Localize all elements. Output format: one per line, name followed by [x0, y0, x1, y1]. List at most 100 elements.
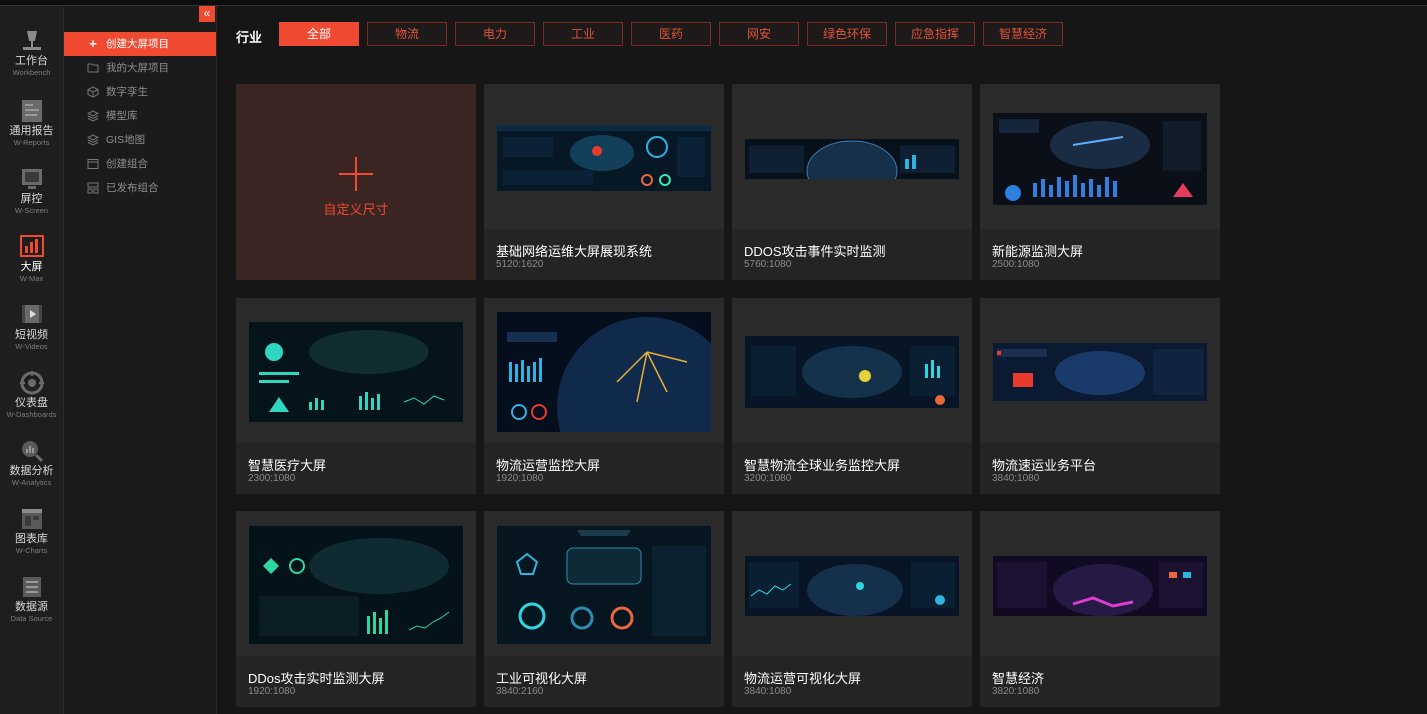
- template-title: 智慧物流全球业务监控大屏: [744, 458, 901, 473]
- nav-sublabel: Workbench: [12, 68, 51, 77]
- analytics-icon: [21, 441, 43, 463]
- charts-icon: [21, 509, 42, 529]
- thumbnail-area: [980, 84, 1220, 229]
- nav-charts[interactable]: 图表库 W-Charts: [0, 506, 63, 570]
- submenu-item-gis-map[interactable]: GIS地图: [64, 128, 216, 152]
- layers-icon: [87, 134, 99, 146]
- filter-smart-economy[interactable]: 智慧经济: [983, 22, 1063, 46]
- nav-label: 工作台: [15, 55, 48, 67]
- template-card[interactable]: 工业可视化大屏 3840:2160: [484, 511, 724, 707]
- filter-power[interactable]: 电力: [455, 22, 535, 46]
- nav-label: 数据分析: [9, 465, 54, 477]
- thumbnail-area: [484, 298, 724, 443]
- template-card[interactable]: DDos攻击实时监测大屏 1920:1080: [236, 511, 476, 707]
- dashboard-icon: [19, 371, 44, 395]
- custom-size-card[interactable]: 自定义尺寸: [236, 84, 476, 280]
- nav-label: 屏控: [20, 193, 43, 205]
- nav-sublabel: W-Videos: [15, 342, 48, 351]
- thumbnail-area: [732, 84, 972, 229]
- template-card[interactable]: 物流运营可视化大屏 3840:1080: [732, 511, 972, 707]
- template-thumbnail: [249, 322, 463, 422]
- template-card[interactable]: 物流运营监控大屏 1920:1080: [484, 298, 724, 494]
- submenu-item-create-combo[interactable]: 创建组合: [64, 152, 216, 176]
- submenu-item-label: 我的大屏项目: [106, 62, 169, 74]
- template-thumbnail: [497, 526, 711, 644]
- industry-filter-label: 行业: [236, 30, 263, 45]
- template-thumbnail: [497, 312, 711, 432]
- template-card[interactable]: 智慧物流全球业务监控大屏 3200:1080: [732, 298, 972, 494]
- nav-sublabel: W-Charts: [15, 546, 48, 555]
- nav-reports[interactable]: 通用报告 W-Reports: [0, 98, 63, 162]
- plus-icon: [339, 157, 373, 191]
- template-title: 物流运营可视化大屏: [744, 671, 862, 686]
- template-ratio: 3820:1080: [992, 686, 1040, 697]
- template-card[interactable]: 物流速运业务平台 3840:1080: [980, 298, 1220, 494]
- filter-logistics[interactable]: 物流: [367, 22, 447, 46]
- submenu-item-label: 创建大屏项目: [106, 38, 169, 50]
- submenu-panel: + 创建大屏项目 我的大屏项目 数字孪生 模型库 GIS地图 创建组合 已发布组…: [64, 6, 217, 714]
- nav-videos[interactable]: 短视频 W-Videos: [0, 302, 63, 366]
- submenu-item-published-combo[interactable]: 已发布组合: [64, 176, 216, 200]
- submenu-item-model-library[interactable]: 模型库: [64, 104, 216, 128]
- collapse-sidebar-button[interactable]: «: [199, 6, 215, 22]
- nav-datasource[interactable]: 数据源 Data Source: [0, 574, 63, 638]
- filter-cybersecurity[interactable]: 网安: [719, 22, 799, 46]
- nav-analytics[interactable]: 数据分析 W-Analytics: [0, 438, 63, 502]
- template-thumbnail: [993, 556, 1207, 616]
- nav-bigscreen[interactable]: 大屏 W-Max: [0, 234, 63, 298]
- nav-sublabel: W-Dashboards: [6, 410, 57, 419]
- nav-workbench[interactable]: 工作台 Workbench: [0, 28, 63, 92]
- main-nav-rail: 工作台 Workbench 通用报告 W-Reports 屏控 W-Screen…: [0, 6, 64, 714]
- thumbnail-area: [484, 511, 724, 656]
- nav-screen[interactable]: 屏控 W-Screen: [0, 166, 63, 230]
- template-card[interactable]: 基础网络运维大屏展现系统 5120:1620: [484, 84, 724, 280]
- window-icon: [87, 159, 99, 169]
- template-title: 基础网络运维大屏展现系统: [496, 244, 653, 259]
- template-ratio: 1920:1080: [496, 473, 544, 484]
- video-icon: [21, 305, 42, 323]
- template-title: DDos攻击实时监测大屏: [248, 671, 385, 686]
- thumbnail-area: [484, 84, 724, 229]
- submenu-item-label: 创建组合: [106, 158, 148, 170]
- submenu-item-create-project[interactable]: + 创建大屏项目: [64, 32, 216, 56]
- submenu-item-label: 已发布组合: [106, 182, 159, 194]
- template-title: 工业可视化大屏: [496, 671, 588, 686]
- template-ratio: 5760:1080: [744, 259, 792, 270]
- submenu-item-my-projects[interactable]: 我的大屏项目: [64, 56, 216, 80]
- nav-sublabel: W-Max: [19, 274, 44, 283]
- thumbnail-area: [980, 511, 1220, 656]
- template-card[interactable]: 智慧医疗大屏 2300:1080: [236, 298, 476, 494]
- submenu-item-label: 模型库: [106, 110, 138, 122]
- filter-industry[interactable]: 工业: [543, 22, 623, 46]
- thumbnail-area: [732, 511, 972, 656]
- folder-icon: [87, 63, 99, 73]
- layers-icon: [87, 110, 99, 122]
- template-ratio: 5120:1620: [496, 259, 544, 270]
- submenu-item-digital-twin[interactable]: 数字孪生: [64, 80, 216, 104]
- template-thumbnail: [745, 556, 959, 616]
- template-card[interactable]: DDOS攻击事件实时监测 5760:1080: [732, 84, 972, 280]
- template-card[interactable]: 新能源监测大屏 2500:1080: [980, 84, 1220, 280]
- template-ratio: 3840:1080: [992, 473, 1040, 484]
- template-ratio: 2300:1080: [248, 473, 296, 484]
- double-chevron-left-icon: «: [203, 6, 211, 20]
- nav-dashboards[interactable]: 仪表盘 W-Dashboards: [0, 370, 63, 434]
- template-ratio: 3840:2160: [496, 686, 544, 697]
- submenu-item-label: 数字孪生: [106, 86, 148, 98]
- nav-label: 图表库: [15, 533, 48, 545]
- template-title: 新能源监测大屏: [992, 244, 1084, 259]
- submenu-item-label: GIS地图: [106, 134, 146, 146]
- nav-sublabel: W-Reports: [13, 138, 50, 147]
- template-title: 物流速运业务平台: [992, 458, 1097, 473]
- template-card[interactable]: 智慧经济 3820:1080: [980, 511, 1220, 707]
- filter-green-environment[interactable]: 绿色环保: [807, 22, 887, 46]
- template-ratio: 3200:1080: [744, 473, 792, 484]
- template-title: 智慧经济: [992, 671, 1045, 686]
- custom-size-label: 自定义尺寸: [323, 202, 389, 217]
- filter-all[interactable]: 全部: [279, 22, 359, 46]
- nav-label: 短视频: [15, 329, 48, 341]
- filter-emergency-command[interactable]: 应急指挥: [895, 22, 975, 46]
- filter-medicine[interactable]: 医药: [631, 22, 711, 46]
- reports-icon: [21, 100, 42, 122]
- template-thumbnail: [993, 113, 1207, 205]
